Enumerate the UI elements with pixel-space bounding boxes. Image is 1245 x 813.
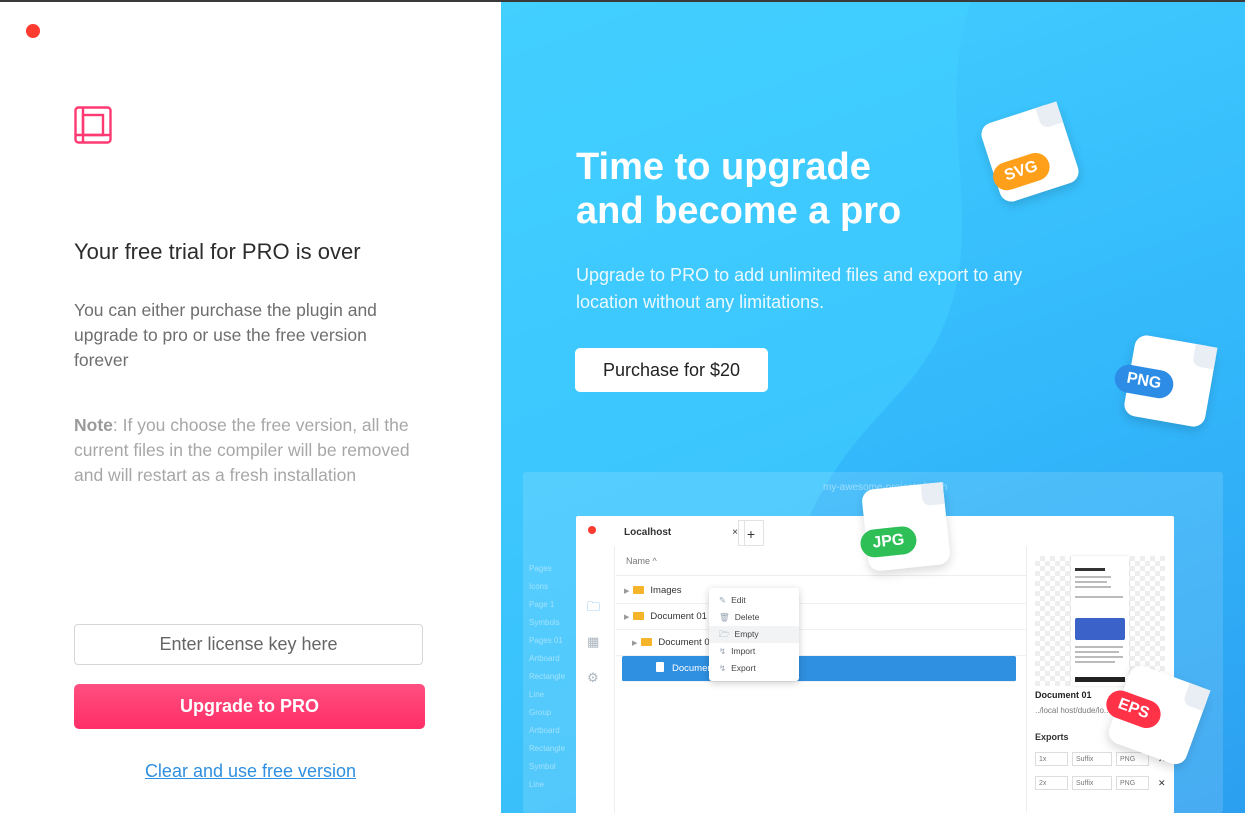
mock-trash-icon: 🗑 xyxy=(719,612,730,622)
mock-menu-label: Edit xyxy=(731,595,746,605)
mock-caret-icon: ▶ xyxy=(632,640,638,647)
mock-export-row: 2x Suffix PNG ✕ xyxy=(1035,776,1170,792)
mock-export-remove-icon: ✕ xyxy=(1158,778,1166,788)
ghost-side-item: Symbol xyxy=(529,762,556,771)
mock-row: ▶ Document 01 xyxy=(616,630,1026,656)
ghost-side-item: Page 1 xyxy=(529,600,555,609)
jpg-file-icon: JPG xyxy=(859,481,952,573)
mock-tab-localhost: Localhost × xyxy=(616,520,745,546)
promo-subtitle: Upgrade to PRO to add unlimited files an… xyxy=(576,265,1023,312)
mock-caret-icon: ▶ xyxy=(624,614,630,621)
ghost-side-item: Rectangle xyxy=(529,744,566,753)
mock-menu-label: Delete xyxy=(734,612,760,622)
mock-edit-icon: ✎ xyxy=(719,595,727,605)
mock-preview-page xyxy=(1071,556,1129,686)
mock-row-label: Images xyxy=(650,585,682,596)
mock-row-label: Document 01 xyxy=(650,611,707,622)
mock-row-label: Document 01 xyxy=(658,637,715,648)
ghost-side-item: Line xyxy=(529,780,545,789)
png-file-icon: PNG xyxy=(1112,333,1218,429)
note-text: : If you choose the free version, all th… xyxy=(74,415,410,485)
mock-tab-label: Localhost xyxy=(624,527,672,538)
mock-menu-label: Export xyxy=(731,663,756,673)
trial-panel: Your free trial for PRO is over You can … xyxy=(0,2,501,813)
mock-icon-rail: 🗀 ▦ ⚙ xyxy=(576,546,615,813)
mock-doc-name: Document 01 xyxy=(1035,690,1092,700)
ghost-side-item: Icons xyxy=(529,582,549,591)
ghost-side-item: Pages 01 xyxy=(529,636,563,645)
trial-description: You can either purchase the plugin and u… xyxy=(74,300,377,370)
mock-menu-item: 🗁 Empty xyxy=(709,626,799,643)
ghost-side-item: Artboard xyxy=(529,654,560,663)
ghost-side-item: Pages xyxy=(529,564,552,573)
mock-export-format: PNG xyxy=(1116,752,1149,766)
mock-export-scale: 2x xyxy=(1035,776,1068,790)
mock-context-menu: ✎ Edit 🗑 Delete 🗁 Empty ↯ Import ↯ Export xyxy=(709,588,799,681)
ghost-side-item: Symbols xyxy=(529,618,560,627)
ghost-side-item: Group xyxy=(529,708,552,717)
ghost-side-item: Rectangle xyxy=(529,672,566,681)
mock-folder-icon xyxy=(633,586,645,594)
mock-add-tab-icon: + xyxy=(738,520,764,546)
mock-bolt-icon: ↯ xyxy=(719,646,727,656)
mock-column-header: Name ^ xyxy=(616,546,1026,576)
mock-doc-path: ../local host/dude/lo... xyxy=(1035,706,1111,715)
trial-note: Note: If you choose the free version, al… xyxy=(74,413,414,488)
mock-close-dot xyxy=(588,526,596,534)
mock-export-suffix: Suffix xyxy=(1072,776,1112,790)
mock-menu-label: Empty xyxy=(734,629,759,639)
ghost-sidebar: Pages Icons Page 1 Symbols Pages 01 Artb… xyxy=(529,560,577,794)
note-label: Note xyxy=(74,415,113,435)
mock-folder-icon xyxy=(641,638,653,646)
upgrade-to-pro-button[interactable]: Upgrade to PRO xyxy=(74,684,425,729)
promo-title-line1: Time to upgrade xyxy=(576,146,871,188)
close-window-button[interactable] xyxy=(26,24,40,38)
ghost-side-item: Line xyxy=(529,690,545,699)
trial-title: Your free trial for PRO is over xyxy=(74,239,361,264)
mock-export-scale: 1x xyxy=(1035,752,1068,766)
mock-document-icon xyxy=(656,662,664,672)
mock-bolt-icon: ↯ xyxy=(719,663,727,673)
mock-settings-icon: ⚙ xyxy=(587,670,599,685)
license-key-input[interactable] xyxy=(74,624,423,665)
purchase-button[interactable]: Purchase for $20 xyxy=(575,348,768,392)
mock-export-format: PNG xyxy=(1116,776,1149,790)
mock-exports-label: Exports xyxy=(1035,732,1069,742)
clear-and-use-free-link[interactable]: Clear and use free version xyxy=(0,761,501,782)
mock-menu-label: Import xyxy=(731,646,756,656)
promo-title: Time to upgrade and become a pro xyxy=(576,145,901,233)
mock-folder-outline-icon: 🗁 xyxy=(719,629,730,639)
mock-preview-illustration xyxy=(1075,618,1125,640)
mock-row-selected: Document xyxy=(622,656,1016,682)
mock-row: ▶ Document 01 xyxy=(616,604,1026,630)
promo-title-line2: and become a pro xyxy=(576,190,902,232)
mock-caret-icon: ▶ xyxy=(624,588,630,595)
mock-export-suffix: Suffix xyxy=(1072,752,1112,766)
upgrade-promo-panel: Time to upgrade and become a pro Upgrade… xyxy=(501,2,1245,813)
mock-menu-item: 🗑 Delete xyxy=(709,609,799,626)
mock-menu-item: ✎ Edit xyxy=(709,592,799,609)
mock-menu-item: ↯ Export xyxy=(709,660,799,677)
ghost-side-item: Artboard xyxy=(529,726,560,735)
mock-grid-icon: ▦ xyxy=(587,634,600,649)
mock-folder-icon: 🗀 xyxy=(587,599,601,614)
app-logo-icon xyxy=(74,106,112,144)
mock-row: ▶ Images xyxy=(616,578,1026,604)
mock-menu-item: ↯ Import xyxy=(709,643,799,660)
mock-folder-icon xyxy=(633,612,645,620)
